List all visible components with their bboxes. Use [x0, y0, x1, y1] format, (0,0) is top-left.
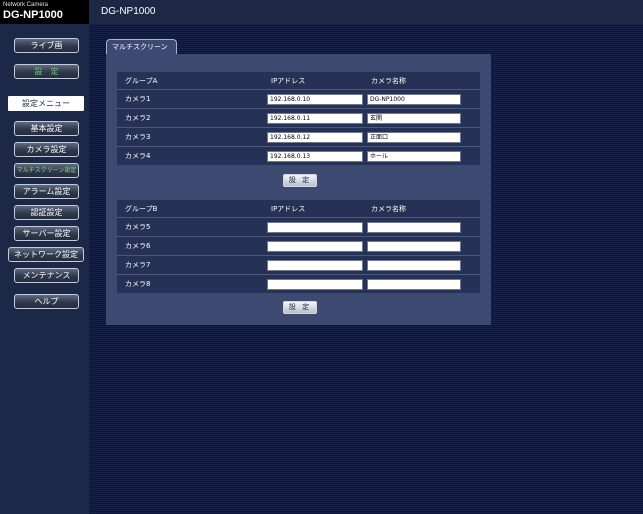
sidebar-item-network[interactable]: ネットワーク設定 [8, 247, 84, 262]
ip-cell: 192.168.0.13 [263, 146, 363, 165]
header: DG-NP1000 [89, 0, 643, 24]
column-header-ip: IPアドレス [263, 72, 363, 89]
brand-block: Network Camera DG-NP1000 [0, 0, 89, 24]
sidebar-item-camera[interactable]: カメラ設定 [14, 142, 79, 157]
table-row: カメラ7 [117, 255, 480, 274]
ip-address-input[interactable]: 192.168.0.13 [267, 150, 363, 162]
sidebar-item-multiscreen[interactable]: マルチスクリーン設定 [14, 163, 79, 178]
ip-address-input[interactable] [267, 221, 363, 233]
sidebar-item-basic[interactable]: 基本設定 [14, 121, 79, 136]
page-title: DG-NP1000 [101, 6, 156, 17]
ip-cell [263, 217, 363, 236]
column-header-camera-name: カメラ名称 [363, 200, 480, 217]
table-row: カメラ1 192.168.0.10 DG-NP1000 [117, 89, 480, 108]
ip-cell: 192.168.0.11 [263, 108, 363, 127]
column-header-ip: IPアドレス [263, 200, 363, 217]
camera-name-input[interactable]: DG-NP1000 [367, 93, 461, 105]
camera-label: カメラ6 [117, 236, 263, 255]
brand-caption: Network Camera [3, 2, 49, 8]
camera-name-input[interactable]: ホール [367, 150, 461, 162]
column-header-camera-name: カメラ名称 [363, 72, 480, 89]
brand-model: DG-NP1000 [3, 9, 63, 21]
column-header-group: グループB [117, 200, 263, 217]
table-row: カメラ4 192.168.0.13 ホール [117, 146, 480, 165]
group-a-set-button[interactable]: 設 定 [283, 174, 317, 187]
camera-name-input[interactable] [367, 278, 461, 290]
table-row: カメラ5 [117, 217, 480, 236]
camera-name-input[interactable]: 玄関 [367, 112, 461, 124]
tab-multiscreen[interactable]: マルチスクリーン [106, 39, 177, 55]
name-cell [363, 274, 480, 293]
group-b-set-button[interactable]: 設 定 [283, 301, 317, 314]
group-a-table: グループA IPアドレス カメラ名称 カメラ1 192.168.0.10 DG-… [117, 72, 480, 165]
camera-label: カメラ5 [117, 217, 263, 236]
setup-button[interactable]: 設 定 [14, 64, 79, 79]
camera-label: カメラ8 [117, 274, 263, 293]
camera-name-input[interactable]: 正面口 [367, 131, 461, 143]
sidebar: Network Camera DG-NP1000 ライブ画 設 定 設定メニュー… [0, 0, 89, 514]
ip-cell: 192.168.0.10 [263, 89, 363, 108]
ip-cell: 192.168.0.12 [263, 127, 363, 146]
ip-address-input[interactable] [267, 278, 363, 290]
live-button[interactable]: ライブ画 [14, 38, 79, 53]
table-row: カメラ8 [117, 274, 480, 293]
name-cell: ホール [363, 146, 480, 165]
ip-cell [263, 236, 363, 255]
sidebar-item-maintenance[interactable]: メンテナンス [14, 268, 79, 283]
name-cell [363, 217, 480, 236]
table-row: カメラ2 192.168.0.11 玄関 [117, 108, 480, 127]
table-header-row: グループA IPアドレス カメラ名称 [117, 72, 480, 89]
camera-label: カメラ2 [117, 108, 263, 127]
camera-label: カメラ1 [117, 89, 263, 108]
name-cell: 玄関 [363, 108, 480, 127]
camera-name-input[interactable] [367, 240, 461, 252]
column-header-group: グループA [117, 72, 263, 89]
ip-address-input[interactable] [267, 259, 363, 271]
sidebar-item-help[interactable]: ヘルプ [14, 294, 79, 309]
sidebar-item-auth[interactable]: 認証設定 [14, 205, 79, 220]
camera-label: カメラ7 [117, 255, 263, 274]
table-row: カメラ3 192.168.0.12 正面口 [117, 127, 480, 146]
sidebar-item-alarm[interactable]: アラーム設定 [14, 184, 79, 199]
group-b-table: グループB IPアドレス カメラ名称 カメラ5 カメラ6 カメラ7 カメラ8 [117, 200, 480, 293]
ip-address-input[interactable] [267, 240, 363, 252]
setting-menu-label: 設定メニュー [8, 96, 84, 111]
sidebar-item-server[interactable]: サーバー設定 [14, 226, 79, 241]
ip-cell [263, 255, 363, 274]
camera-name-input[interactable] [367, 259, 461, 271]
ip-address-input[interactable]: 192.168.0.11 [267, 112, 363, 124]
camera-label: カメラ3 [117, 127, 263, 146]
ip-cell [263, 274, 363, 293]
ip-address-input[interactable]: 192.168.0.12 [267, 131, 363, 143]
ip-address-input[interactable]: 192.168.0.10 [267, 93, 363, 105]
table-row: カメラ6 [117, 236, 480, 255]
camera-name-input[interactable] [367, 221, 461, 233]
name-cell [363, 255, 480, 274]
camera-label: カメラ4 [117, 146, 263, 165]
table-header-row: グループB IPアドレス カメラ名称 [117, 200, 480, 217]
name-cell: DG-NP1000 [363, 89, 480, 108]
name-cell: 正面口 [363, 127, 480, 146]
name-cell [363, 236, 480, 255]
